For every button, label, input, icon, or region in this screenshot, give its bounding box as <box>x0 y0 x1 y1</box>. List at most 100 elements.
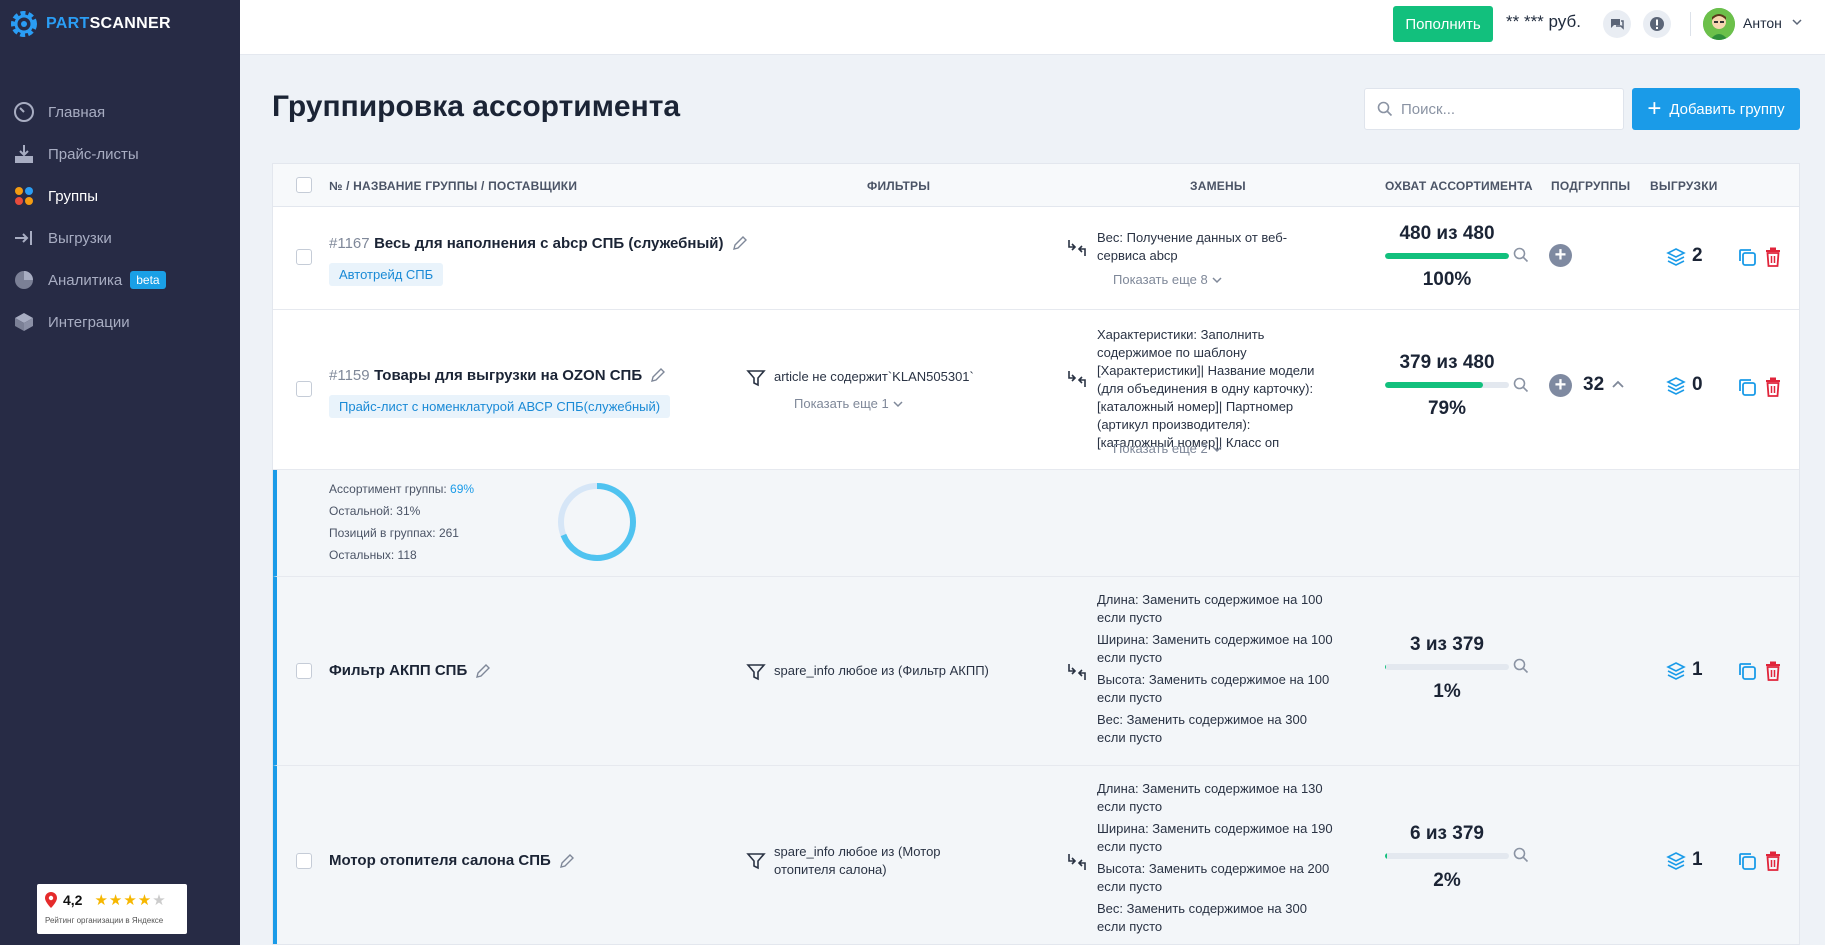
row-checkbox[interactable] <box>296 249 312 265</box>
sidebar-item-home[interactable]: Главная <box>0 91 240 133</box>
copy-icon[interactable] <box>1737 377 1757 397</box>
stats-positions: Позиций в группах: 261 <box>329 526 459 540</box>
show-more-label: Показать еще 1 <box>794 396 889 411</box>
swap-icon <box>1068 854 1086 870</box>
sidebar-item-integrations[interactable]: Интеграции <box>0 301 240 343</box>
show-more-replacements[interactable]: Показать еще 8 <box>1113 272 1222 287</box>
topbar: Пополнить ** *** руб. Антон <box>240 0 1825 55</box>
row-checkbox[interactable] <box>296 663 312 679</box>
chevron-down-icon[interactable] <box>1792 17 1802 27</box>
search-input[interactable] <box>1401 100 1601 118</box>
column-header-coverage[interactable]: ОХВАТ АССОРТИМЕНТА <box>1385 179 1533 193</box>
show-more-replacements[interactable]: Показать еще 2 <box>1113 441 1222 456</box>
dots-grid-icon <box>12 184 36 208</box>
replacement-list: Вес: Получение данных от веб-сервиса abc… <box>1097 229 1327 269</box>
download-tray-icon <box>12 142 36 166</box>
rating-value: 4,2 <box>63 892 83 908</box>
logo-text: PARTSCANNER <box>46 15 171 32</box>
group-name[interactable]: Весь для наполнения с abcp СПБ (служебны… <box>374 235 723 252</box>
pencil-edit-icon[interactable] <box>650 367 666 383</box>
logo[interactable]: PARTSCANNER <box>8 8 171 40</box>
chat-icon <box>1611 19 1624 30</box>
coverage-bar-fill <box>1385 664 1387 670</box>
exports-count[interactable]: 1 <box>1692 659 1703 681</box>
chat-button[interactable] <box>1603 10 1631 38</box>
replacement-list: Длина: Заменить содержимое на 100 если п… <box>1097 591 1337 751</box>
trash-icon[interactable] <box>1764 377 1782 397</box>
coverage-percent: 100% <box>1422 269 1472 290</box>
coverage-percent: 79% <box>1427 398 1467 419</box>
trash-icon[interactable] <box>1764 851 1782 871</box>
layers-icon[interactable] <box>1666 851 1686 871</box>
search-icon[interactable] <box>1513 658 1529 674</box>
group-stats-row: Ассортимент группы: 69% Остальной: 31% П… <box>273 470 1799 577</box>
info-alert-icon <box>1650 17 1664 31</box>
user-name[interactable]: Антон <box>1743 15 1782 31</box>
group-name[interactable]: Мотор отопителя салона СПБ <box>329 852 551 869</box>
page-title: Группировка ассортимента <box>272 90 681 123</box>
exports-count[interactable]: 1 <box>1692 849 1703 871</box>
alert-button[interactable] <box>1643 10 1671 38</box>
sidebar-item-groups[interactable]: Группы <box>0 175 240 217</box>
trash-icon[interactable] <box>1764 661 1782 681</box>
beta-badge: beta <box>130 271 166 289</box>
search-icon[interactable] <box>1513 847 1529 863</box>
search-icon[interactable] <box>1513 377 1529 393</box>
search-box[interactable] <box>1364 88 1624 130</box>
replacement-item: Высота: Заменить содержимое на 100 если … <box>1097 672 1330 705</box>
sidebar-item-label: Выгрузки <box>48 229 112 247</box>
subgroups-count[interactable]: 32 <box>1583 374 1604 396</box>
column-header-filters: ФИЛЬТРЫ <box>867 179 931 193</box>
avatar[interactable] <box>1703 8 1735 40</box>
exports-count[interactable]: 2 <box>1692 245 1703 267</box>
avatar-icon <box>1703 8 1735 40</box>
row-checkbox[interactable] <box>296 381 312 397</box>
exports-count[interactable]: 0 <box>1692 374 1703 396</box>
select-all-checkbox[interactable] <box>296 177 312 193</box>
group-number: #1167 <box>329 234 370 252</box>
search-icon[interactable] <box>1513 247 1529 263</box>
group-name[interactable]: Фильтр АКПП СПБ <box>329 662 467 679</box>
sidebar-item-analytics[interactable]: Аналитика beta <box>0 259 240 301</box>
sidebar-item-exports[interactable]: Выгрузки <box>0 217 240 259</box>
add-group-button[interactable]: + Добавить группу <box>1632 88 1800 130</box>
stats-assortment-value: 69% <box>450 482 475 496</box>
yandex-rating-widget[interactable]: 4,2 ★★★★★ Рейтинг организации в Яндексе <box>37 884 187 934</box>
supplier-tag[interactable]: Прайс-лист с номенклатурой АВСР СПБ(служ… <box>329 395 671 418</box>
group-title: Мотор отопителя салона СПБ <box>329 852 575 869</box>
row-checkbox[interactable] <box>296 853 312 869</box>
copy-icon[interactable] <box>1737 247 1757 267</box>
stats-assortment: Ассортимент группы: 69% <box>329 478 474 500</box>
sidebar-item-label: Группы <box>48 187 98 205</box>
layers-icon[interactable] <box>1666 376 1686 396</box>
layers-icon[interactable] <box>1666 661 1686 681</box>
funnel-icon <box>746 664 766 681</box>
table-header: № / НАЗВАНИЕ ГРУППЫ / ПОСТАВЩИКИ ФИЛЬТРЫ… <box>273 164 1799 207</box>
copy-icon[interactable] <box>1737 661 1757 681</box>
funnel-icon <box>746 853 766 870</box>
layers-icon[interactable] <box>1666 247 1686 267</box>
sidebar-item-label: Прайс-листы <box>48 145 139 163</box>
pencil-edit-icon[interactable] <box>732 235 748 251</box>
pencil-edit-icon[interactable] <box>559 853 575 869</box>
add-subgroup-button[interactable]: + <box>1549 244 1572 267</box>
group-stats: Ассортимент группы: 69% Остальной: 31% П… <box>329 478 474 566</box>
show-more-filters[interactable]: Показать еще 1 <box>794 396 903 411</box>
copy-icon[interactable] <box>1737 851 1757 871</box>
stats-assortment-label: Ассортимент группы: <box>329 482 447 496</box>
replacement-item: Высота: Заменить содержимое на 200 если … <box>1097 861 1330 894</box>
sidebar-nav: Главная Прайс-листы Группы Выгрузки Анал… <box>0 91 240 343</box>
supplier-tag[interactable]: Автотрейд СПБ <box>329 263 444 286</box>
pencil-edit-icon[interactable] <box>475 663 491 679</box>
table-row: #1167 Весь для наполнения с abcp СПБ (сл… <box>273 207 1799 310</box>
speedometer-icon <box>12 100 36 124</box>
replacement-list: Характеристики: Заполнить содержимое по … <box>1097 326 1329 456</box>
sidebar-item-pricelists[interactable]: Прайс-листы <box>0 133 240 175</box>
column-header-name[interactable]: № / НАЗВАНИЕ ГРУППЫ / ПОСТАВЩИКИ <box>329 179 577 193</box>
funnel-icon <box>746 370 766 387</box>
add-subgroup-button[interactable]: + <box>1549 374 1572 397</box>
topup-button[interactable]: Пополнить <box>1393 6 1493 42</box>
group-name[interactable]: Товары для выгрузки на OZON СПБ <box>374 367 642 384</box>
trash-icon[interactable] <box>1764 247 1782 267</box>
chevron-up-icon[interactable] <box>1612 380 1624 390</box>
